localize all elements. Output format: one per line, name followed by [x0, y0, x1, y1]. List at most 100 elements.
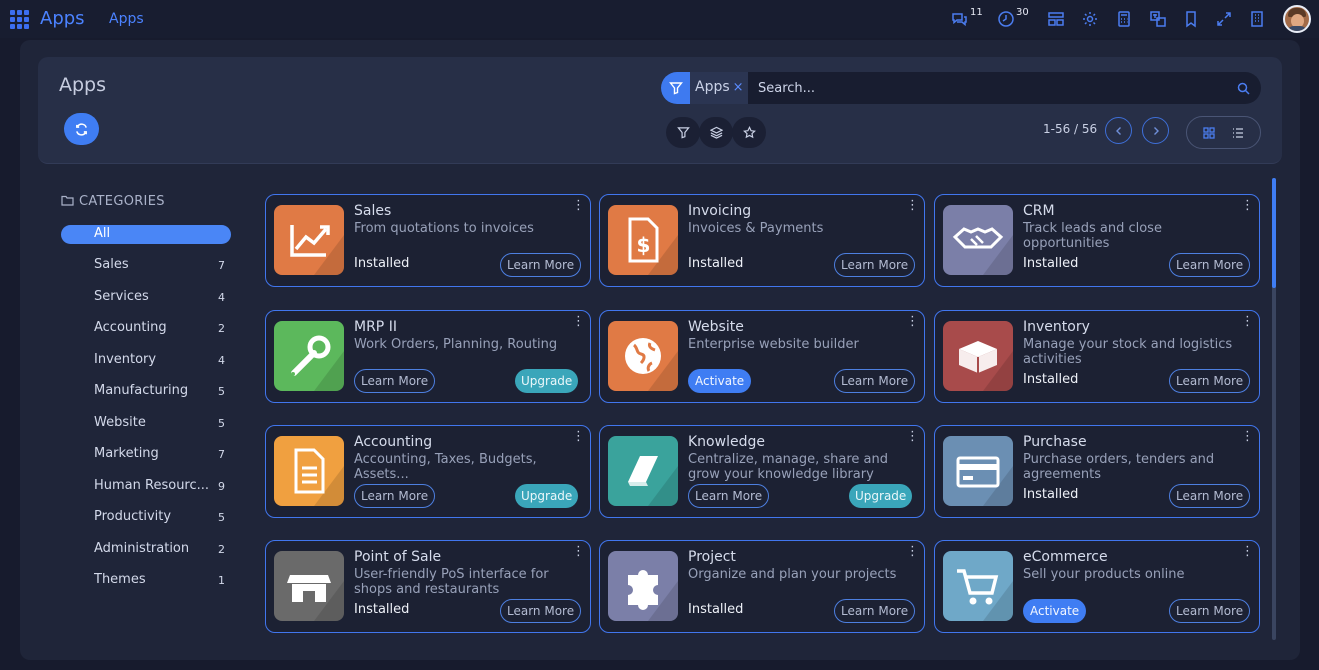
document-icon[interactable]: [274, 436, 344, 506]
category-marketing[interactable]: Marketing 7: [61, 445, 231, 464]
wrench-icon[interactable]: [274, 321, 344, 391]
app-card-invoicing[interactable]: $ Invoicing Invoices & Payments ⋮ Installed L…: [599, 194, 925, 287]
app-card-purchase[interactable]: Purchase Purchase orders, tenders and agr…: [934, 425, 1260, 518]
messages-count-badge: 11: [970, 7, 983, 18]
app-card-project[interactable]: Project Organize and plan your projects ⋮ I…: [599, 540, 925, 633]
group-by-button[interactable]: [699, 117, 733, 148]
search-icon[interactable]: [1237, 82, 1250, 95]
pager-next-button[interactable]: [1142, 117, 1169, 144]
card-menu-kebab-icon[interactable]: ⋮: [906, 199, 919, 212]
learn-more-button[interactable]: Learn More: [1169, 369, 1251, 393]
learn-more-button[interactable]: Learn More: [500, 253, 582, 277]
learn-more-button[interactable]: Learn More: [354, 369, 436, 393]
globe-icon[interactable]: [608, 321, 678, 391]
bookmark-icon[interactable]: [1182, 10, 1200, 28]
upgrade-button[interactable]: Upgrade: [515, 369, 579, 393]
learn-more-button[interactable]: Learn More: [354, 484, 436, 508]
card-menu-kebab-icon[interactable]: ⋮: [572, 430, 585, 443]
activate-button[interactable]: Activate: [1023, 599, 1087, 623]
sales-chart-icon[interactable]: [274, 205, 344, 275]
card-menu-kebab-icon[interactable]: ⋮: [572, 545, 585, 558]
category-sales[interactable]: Sales 7: [61, 256, 231, 275]
favorites-button[interactable]: [732, 117, 766, 148]
category-administration[interactable]: Administration 2: [61, 540, 231, 559]
pager-previous-button[interactable]: [1105, 117, 1132, 144]
calculator-icon[interactable]: [1115, 10, 1133, 28]
category-productivity[interactable]: Productivity 5: [61, 508, 231, 527]
learn-more-button[interactable]: Learn More: [1169, 253, 1251, 277]
app-name: Purchase: [1023, 434, 1087, 450]
breadcrumb[interactable]: Apps: [109, 11, 144, 27]
scrollbar-thumb[interactable]: [1272, 178, 1276, 288]
card-menu-kebab-icon[interactable]: ⋮: [906, 315, 919, 328]
activity-clock-icon[interactable]: [997, 10, 1015, 28]
kanban-view-icon[interactable]: [1202, 126, 1216, 140]
category-human-resources[interactable]: Human Resourc... 9: [61, 477, 231, 496]
app-menu-grid-icon[interactable]: [10, 10, 29, 29]
category-themes[interactable]: Themes 1: [61, 571, 231, 590]
app-card-ecommerce[interactable]: eCommerce Sell your products online ⋮ Activ…: [934, 540, 1260, 633]
invoice-dollar-icon[interactable]: $: [608, 205, 678, 275]
app-card-crm[interactable]: CRM Track leads and close opportunities ⋮ I…: [934, 194, 1260, 287]
card-menu-kebab-icon[interactable]: ⋮: [1241, 545, 1254, 558]
learn-more-button[interactable]: Learn More: [1169, 484, 1251, 508]
handshake-icon[interactable]: [943, 205, 1013, 275]
app-brand[interactable]: Apps: [40, 8, 85, 29]
learn-more-button[interactable]: Learn More: [834, 369, 916, 393]
layout-icon[interactable]: [1047, 10, 1065, 28]
learn-more-button[interactable]: Learn More: [834, 253, 916, 277]
refresh-button[interactable]: [64, 113, 99, 145]
category-accounting[interactable]: Accounting 2: [61, 319, 231, 338]
app-card-mrp-ii[interactable]: MRP II Work Orders, Planning, Routing ⋮ Lea…: [265, 310, 591, 403]
search-input[interactable]: [758, 76, 1218, 100]
store-icon[interactable]: [274, 551, 344, 621]
app-card-accounting[interactable]: Accounting Accounting, Taxes, Budgets, As…: [265, 425, 591, 518]
translate-icon[interactable]: [1149, 10, 1167, 28]
category-manufacturing[interactable]: Manufacturing 5: [61, 382, 231, 401]
card-menu-kebab-icon[interactable]: ⋮: [572, 315, 585, 328]
shopping-cart-icon[interactable]: [943, 551, 1013, 621]
app-card-point-of-sale[interactable]: Point of Sale User-friendly PoS interface…: [265, 540, 591, 633]
card-menu-kebab-icon[interactable]: ⋮: [1241, 199, 1254, 212]
app-card-website[interactable]: Website Enterprise website builder ⋮ Activa…: [599, 310, 925, 403]
card-menu-kebab-icon[interactable]: ⋮: [906, 430, 919, 443]
card-menu-kebab-icon[interactable]: ⋮: [1241, 430, 1254, 443]
pager-value[interactable]: 1-56 / 56: [1043, 122, 1097, 136]
user-avatar[interactable]: [1283, 5, 1311, 33]
messages-icon[interactable]: [950, 10, 968, 28]
settings-gear-icon[interactable]: [1081, 10, 1099, 28]
building-icon[interactable]: [1248, 10, 1266, 28]
filter-facet-icon: [661, 72, 690, 104]
category-inventory[interactable]: Inventory 4: [61, 351, 231, 370]
category-services[interactable]: Services 4: [61, 288, 231, 307]
box-icon[interactable]: [943, 321, 1013, 391]
app-card-knowledge[interactable]: Knowledge Centralize, manage, share and g…: [599, 425, 925, 518]
filters-button[interactable]: [666, 117, 700, 148]
app-name: Website: [688, 319, 744, 335]
puzzle-icon[interactable]: [608, 551, 678, 621]
learn-more-button[interactable]: Learn More: [834, 599, 916, 623]
list-view-icon[interactable]: [1231, 126, 1245, 140]
learn-more-button[interactable]: Learn More: [688, 484, 770, 508]
card-menu-kebab-icon[interactable]: ⋮: [906, 545, 919, 558]
upgrade-button[interactable]: Upgrade: [515, 484, 579, 508]
app-description: Purchase orders, tenders and agreements: [1023, 452, 1215, 482]
activate-button[interactable]: Activate: [688, 369, 752, 393]
category-all[interactable]: All: [61, 225, 231, 244]
book-icon[interactable]: [608, 436, 678, 506]
card-menu-kebab-icon[interactable]: ⋮: [572, 199, 585, 212]
fullscreen-icon[interactable]: [1215, 10, 1233, 28]
category-label: Manufacturing: [94, 383, 189, 398]
search-bar[interactable]: Apps ×: [661, 72, 1261, 104]
app-card-inventory[interactable]: Inventory Manage your stock and logistics…: [934, 310, 1260, 403]
learn-more-button[interactable]: Learn More: [1169, 599, 1251, 623]
facet-remove-icon[interactable]: ×: [733, 80, 744, 95]
folder-icon: [61, 195, 74, 206]
app-card-sales[interactable]: Sales From quotations to invoices ⋮ Install…: [265, 194, 591, 287]
upgrade-button[interactable]: Upgrade: [849, 484, 913, 508]
credit-card-icon[interactable]: [943, 436, 1013, 506]
card-menu-kebab-icon[interactable]: ⋮: [1241, 315, 1254, 328]
category-website[interactable]: Website 5: [61, 414, 231, 433]
learn-more-button[interactable]: Learn More: [500, 599, 582, 623]
app-status: Installed: [354, 256, 410, 271]
